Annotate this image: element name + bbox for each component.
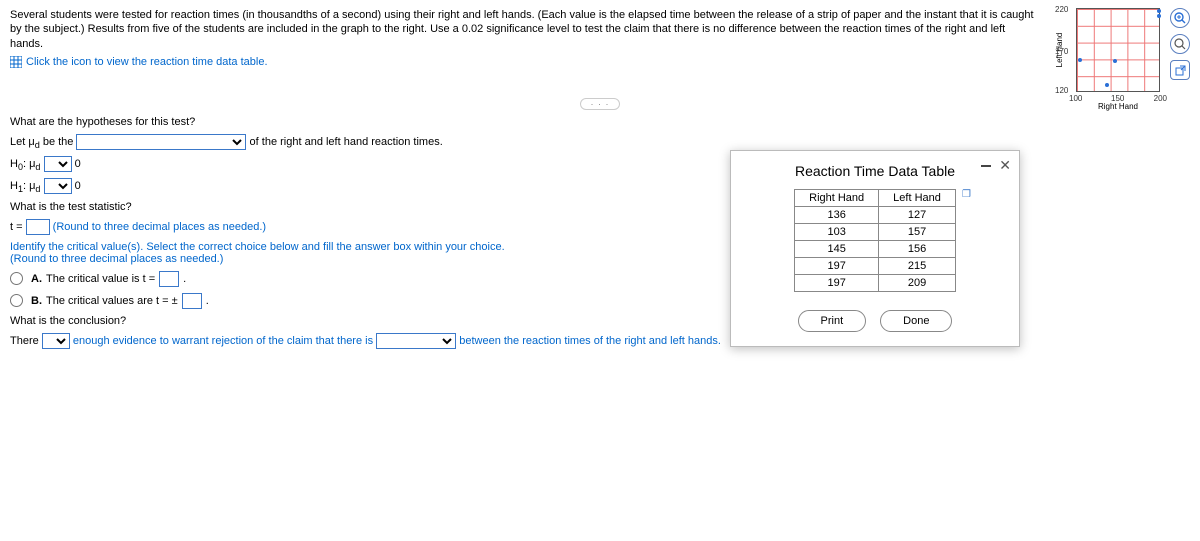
- ytick-120: 120: [1055, 86, 1068, 95]
- let-mu-row: Let μd be the of the right and left hand…: [10, 134, 1190, 150]
- option-a-radio[interactable]: [10, 272, 23, 285]
- table-row: 197215: [795, 258, 956, 275]
- zoom-in-icon[interactable]: [1170, 8, 1190, 28]
- option-b-text: The critical values are t = ±: [46, 295, 178, 307]
- popout-icon[interactable]: [1170, 60, 1190, 80]
- h0-operator-select[interactable]: [44, 156, 72, 172]
- text: d: [35, 185, 40, 195]
- text: between the reaction times of the right …: [459, 335, 721, 347]
- cell: 197: [795, 275, 879, 292]
- text: H: [10, 158, 18, 170]
- reaction-time-table: Right Hand Left Hand 136127 103157 14515…: [794, 189, 956, 292]
- table-row: 197209: [795, 275, 956, 292]
- minimize-icon[interactable]: [981, 165, 991, 167]
- t-statistic-input[interactable]: [26, 219, 50, 235]
- h1-operator-select[interactable]: [44, 178, 72, 194]
- option-a-input[interactable]: [159, 271, 179, 287]
- text: Let μ: [10, 136, 35, 148]
- open-data-table-label: Click the icon to view the reaction time…: [26, 55, 268, 69]
- scatter-chart: Left Hand 220 170 120 100 150 200 Right …: [1046, 8, 1166, 92]
- zoom-out-icon[interactable]: [1170, 34, 1190, 54]
- data-point: [1113, 59, 1117, 63]
- table-row: 136127: [795, 207, 956, 224]
- copy-icon[interactable]: ❐: [962, 189, 971, 200]
- cell: 156: [879, 241, 956, 258]
- text: d: [35, 162, 40, 172]
- cell: 215: [879, 258, 956, 275]
- done-button[interactable]: Done: [880, 310, 952, 332]
- data-point: [1157, 9, 1161, 13]
- option-b-label: B.: [31, 295, 42, 307]
- text: t =: [10, 221, 26, 233]
- data-table-popup: ✕ Reaction Time Data Table Right Hand Le…: [730, 150, 1020, 347]
- hypotheses-question: What are the hypotheses for this test?: [10, 116, 1190, 128]
- cell: 209: [879, 275, 956, 292]
- print-button[interactable]: Print: [798, 310, 867, 332]
- text: H: [10, 180, 18, 192]
- option-a-text: The critical value is t =: [46, 273, 155, 285]
- text: : μ: [23, 158, 35, 170]
- conclusion-select-2[interactable]: [376, 333, 456, 349]
- close-icon[interactable]: ✕: [999, 157, 1011, 174]
- xtick-100: 100: [1069, 94, 1082, 103]
- cell: 145: [795, 241, 879, 258]
- ytick-170: 170: [1055, 47, 1068, 56]
- cell: 197: [795, 258, 879, 275]
- xtick-200: 200: [1154, 94, 1167, 103]
- col-left-hand: Left Hand: [879, 190, 956, 207]
- cell: 136: [795, 207, 879, 224]
- h0-value: 0: [75, 158, 81, 170]
- mu-d-definition-select[interactable]: [76, 134, 246, 150]
- text: be the: [40, 136, 77, 148]
- cell: 103: [795, 224, 879, 241]
- cell: 157: [879, 224, 956, 241]
- table-icon: [10, 56, 22, 68]
- open-data-table-link[interactable]: Click the icon to view the reaction time…: [10, 55, 268, 69]
- critical-value-instruction: Identify the critical value(s). Select t…: [10, 241, 505, 253]
- data-point: [1157, 14, 1161, 18]
- option-b-input[interactable]: [182, 293, 202, 309]
- option-b-radio[interactable]: [10, 294, 23, 307]
- text: : μ: [23, 180, 35, 192]
- option-a-label: A.: [31, 273, 42, 285]
- table-row: 145156: [795, 241, 956, 258]
- ytick-220: 220: [1055, 5, 1068, 14]
- cell: 127: [879, 207, 956, 224]
- collapse-divider[interactable]: · · ·: [580, 98, 620, 110]
- chart-x-label: Right Hand: [1098, 102, 1138, 111]
- data-point: [1105, 83, 1109, 87]
- problem-statement: Several students were tested for reactio…: [10, 8, 1036, 51]
- rounding-hint: (Round to three decimal places as needed…: [10, 253, 223, 265]
- text: There: [10, 335, 42, 347]
- text: enough evidence to warrant rejection of …: [73, 335, 376, 347]
- data-point: [1078, 58, 1082, 62]
- col-right-hand: Right Hand: [795, 190, 879, 207]
- h1-value: 0: [75, 180, 81, 192]
- popup-title: Reaction Time Data Table: [745, 163, 1005, 179]
- table-row: 103157: [795, 224, 956, 241]
- rounding-hint: (Round to three decimal places as needed…: [53, 221, 266, 233]
- conclusion-select-1[interactable]: [42, 333, 70, 349]
- text: of the right and left hand reaction time…: [250, 136, 443, 148]
